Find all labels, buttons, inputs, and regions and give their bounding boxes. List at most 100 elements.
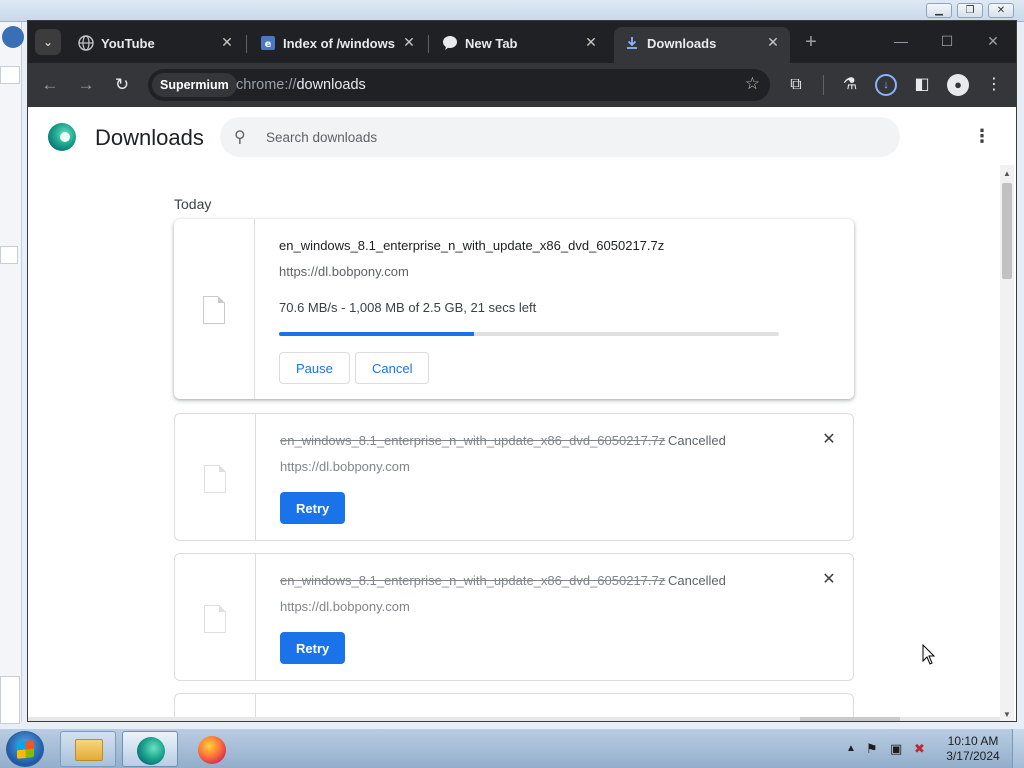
date-group-label: Today (174, 196, 212, 212)
file-icon (204, 605, 226, 633)
back-icon[interactable]: ← (38, 73, 62, 97)
back-arrow-icon[interactable] (2, 26, 24, 48)
extensions-puzzle-icon[interactable]: ⧉ (785, 74, 807, 96)
download-item: en_windows_8.1_enterprise_n_with_update_… (174, 553, 854, 681)
show-hidden-icons-chevron-icon[interactable]: ▲ (846, 743, 856, 754)
forward-icon[interactable]: → (74, 73, 98, 97)
close-icon[interactable]: ✕ (988, 3, 1014, 18)
taskbar: ▲ ⚑ ▣ ✖ 10:10 AM 3/17/2024 (0, 728, 1024, 768)
supermium-icon (137, 737, 165, 765)
tab-divider (246, 35, 247, 53)
download-filename[interactable]: en_windows_8.1_enterprise_n_with_update_… (279, 238, 664, 253)
tab-close-icon[interactable]: ✕ (764, 33, 782, 51)
side-panel-icon[interactable]: ◧ (911, 74, 933, 96)
file-icon-column (175, 414, 256, 540)
tab-title: New Tab (465, 36, 518, 51)
labs-flask-icon[interactable]: ⚗ (839, 74, 861, 96)
address-bar[interactable]: Supermium chrome://downloads ☆ (148, 69, 770, 101)
horizontal-scrollbar-thumb[interactable] (800, 717, 900, 721)
download-url[interactable]: https://dl.bobpony.com (280, 459, 410, 474)
bookmark-star-icon[interactable]: ☆ (745, 74, 760, 94)
tab-strip: ⌄ YouTube ✕ e Index of /windows/8 ✕ New … (28, 21, 1016, 63)
downloads-progress-icon[interactable]: ↓ (875, 74, 897, 96)
url-scheme: chrome:// (236, 77, 297, 93)
volume-muted-icon[interactable]: ✖ (914, 741, 925, 757)
download-item: en_windows_8.1_enterprise_n_with_update_… (174, 413, 854, 541)
search-icon: ⚲ (234, 129, 246, 146)
taskbar-supermium[interactable] (122, 731, 178, 767)
tab-title: Downloads (647, 36, 717, 51)
page-title: Downloads (95, 125, 204, 150)
retry-button[interactable]: Retry (280, 492, 346, 524)
minimize-window-icon[interactable]: — (886, 29, 916, 53)
menu-kebab-icon[interactable]: ⋮ (983, 74, 1005, 96)
background-panel (0, 66, 20, 84)
downloads-header: Downloads ⚲ ⋮ (28, 107, 1016, 165)
globe-icon (78, 35, 94, 51)
mouse-cursor-icon (922, 644, 936, 665)
tab-index-of-windows[interactable]: e Index of /windows/8 ✕ (250, 27, 426, 63)
tab-divider (428, 35, 429, 53)
download-item: en_windows_8.1_enterprise_n_with_update_… (174, 219, 854, 399)
url-host: downloads (296, 77, 366, 93)
browser-window: ⌄ YouTube ✕ e Index of /windows/8 ✕ New … (27, 20, 1017, 722)
browser-chip: Supermium (152, 73, 237, 97)
download-icon (627, 37, 637, 49)
action-center-flag-icon[interactable]: ⚑ (866, 741, 878, 757)
download-url[interactable]: https://dl.bobpony.com (279, 264, 409, 279)
svg-text:e: e (265, 39, 272, 50)
toolbar-divider (823, 75, 824, 95)
taskbar-explorer[interactable] (60, 731, 116, 767)
file-icon-column (175, 554, 256, 680)
vertical-scrollbar[interactable]: ▲ ▼ (1000, 165, 1014, 721)
scrollbar-thumb[interactable] (1002, 183, 1012, 279)
tab-youtube[interactable]: YouTube ✕ (68, 27, 244, 63)
url-text: chrome://downloads (236, 77, 366, 93)
search-box[interactable]: ⚲ (220, 117, 900, 157)
network-icon[interactable]: ▣ (890, 741, 902, 757)
tab-new-tab[interactable]: New Tab ✕ (432, 27, 608, 63)
more-actions-icon[interactable]: ⋮ (970, 125, 994, 149)
file-icon (203, 296, 225, 324)
supermium-logo-icon (48, 123, 76, 151)
maximize-window-icon[interactable]: ☐ (932, 29, 962, 53)
start-button[interactable] (6, 731, 44, 767)
scroll-up-arrow-icon[interactable]: ▲ (1003, 169, 1011, 178)
download-status: Cancelled (668, 433, 726, 448)
windows-logo-icon (17, 740, 34, 759)
pause-button[interactable]: Pause (279, 352, 350, 384)
show-desktop-button[interactable] (1012, 729, 1024, 768)
clock[interactable]: 10:10 AM 3/17/2024 (940, 734, 1006, 764)
tab-title: YouTube (101, 36, 155, 51)
background-panel (0, 676, 20, 724)
firefox-icon (198, 736, 226, 764)
close-window-icon[interactable]: ✕ (978, 29, 1008, 53)
profile-avatar-icon[interactable]: ● (947, 74, 969, 96)
minimize-icon[interactable]: ▁ (926, 3, 952, 18)
background-panel (0, 246, 18, 264)
horizontal-scrollbar[interactable] (28, 717, 1000, 721)
tab-close-icon[interactable]: ✕ (400, 33, 418, 51)
tab-downloads[interactable]: Downloads ✕ (614, 27, 790, 63)
chat-bubble-icon (443, 36, 457, 50)
remove-close-icon[interactable]: ✕ (817, 568, 841, 592)
file-icon-column (174, 219, 255, 399)
clock-time: 10:10 AM (947, 734, 999, 748)
download-progress-text: 70.6 MB/s - 1,008 MB of 2.5 GB, 21 secs … (279, 300, 537, 315)
scroll-down-arrow-icon[interactable]: ▼ (1003, 710, 1011, 719)
download-filename: en_windows_8.1_enterprise_n_with_update_… (280, 573, 666, 588)
reload-icon[interactable]: ↻ (110, 73, 134, 97)
search-input[interactable] (266, 127, 866, 147)
cancel-button[interactable]: Cancel (355, 352, 430, 384)
retry-button[interactable]: Retry (280, 632, 346, 664)
new-tab-plus-icon[interactable]: + (800, 31, 822, 53)
download-url[interactable]: https://dl.bobpony.com (280, 599, 410, 614)
background-titlebar: ▁ ❐ ✕ (0, 0, 1024, 22)
tab-close-icon[interactable]: ✕ (582, 33, 600, 51)
remove-close-icon[interactable]: ✕ (817, 428, 841, 452)
taskbar-firefox[interactable] (184, 731, 240, 767)
restore-icon[interactable]: ❐ (957, 3, 983, 18)
download-status: Cancelled (668, 573, 726, 588)
tab-close-icon[interactable]: ✕ (218, 33, 236, 51)
tab-search-chevron-icon[interactable]: ⌄ (35, 29, 61, 55)
